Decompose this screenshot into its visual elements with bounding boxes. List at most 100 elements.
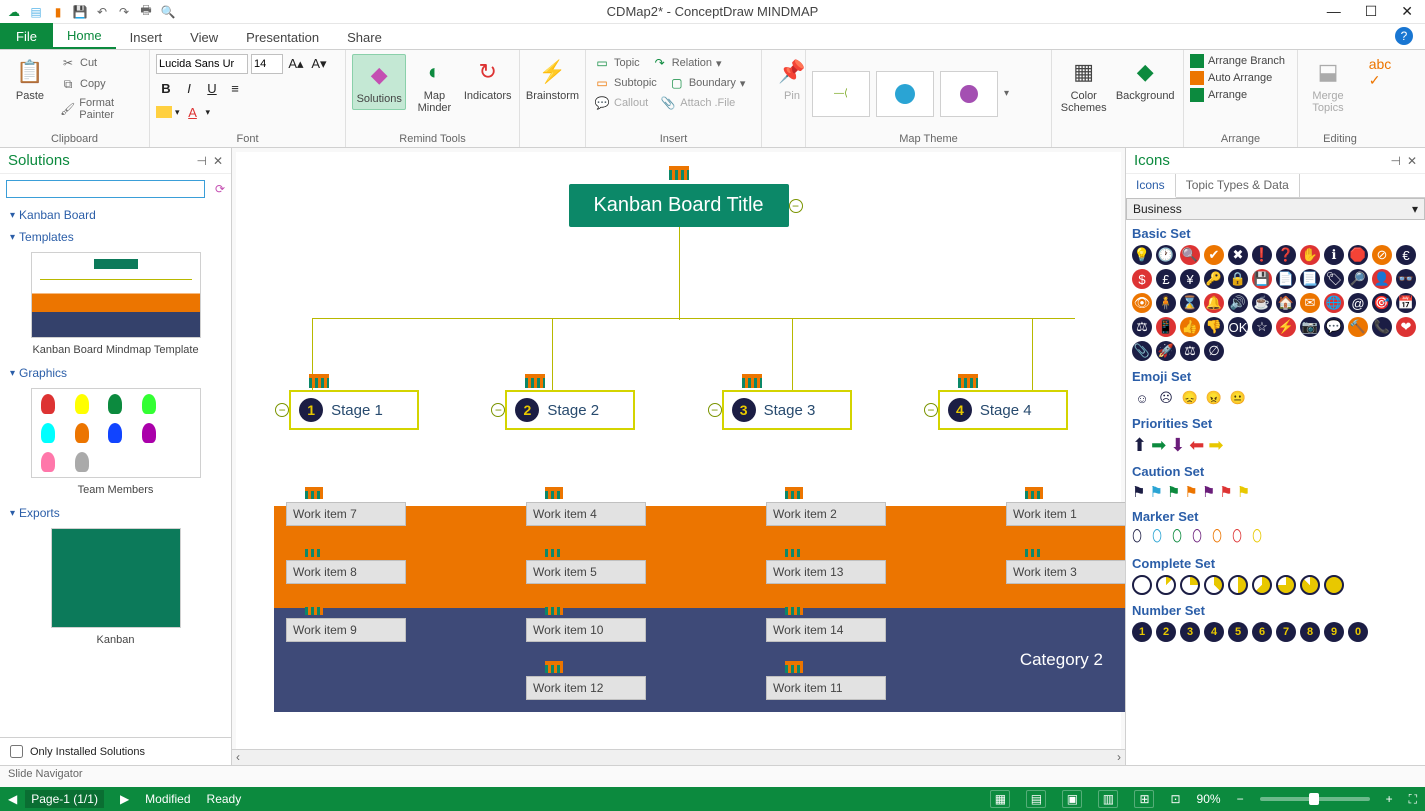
view-mode-2-icon[interactable]: ▤	[1026, 790, 1046, 808]
emoji-frown-icon[interactable]: 😞	[1180, 388, 1200, 408]
marker-icon[interactable]: ⬯	[1192, 528, 1208, 548]
basic-icon[interactable]: ℹ	[1324, 245, 1344, 265]
icon-category-select[interactable]: Business▾	[1126, 198, 1425, 220]
maximize-button[interactable]: ☐	[1365, 3, 1378, 20]
tab-insert[interactable]: Insert	[116, 26, 177, 49]
slide-navigator[interactable]: Slide Navigator	[0, 765, 1425, 787]
emoji-neutral-icon[interactable]: 😐	[1228, 388, 1248, 408]
format-painter-button[interactable]: 🖌Format Painter	[58, 96, 143, 122]
marker-icon[interactable]: ⬯	[1152, 528, 1168, 548]
theme-thumb-1[interactable]: —⟨	[812, 71, 870, 117]
marker-icon[interactable]: ⬯	[1212, 528, 1228, 548]
arrow-right-icon[interactable]: ➡	[1151, 435, 1166, 456]
basic-icon[interactable]: ¥	[1180, 269, 1200, 289]
help-icon[interactable]: ?	[1395, 27, 1413, 45]
number-icon-4[interactable]: 4	[1204, 622, 1224, 642]
zoom-in-icon[interactable]: +	[1386, 792, 1393, 806]
canvas-scrollbar-horizontal[interactable]	[232, 749, 1125, 765]
basic-icon[interactable]: $	[1132, 269, 1152, 289]
basic-icon[interactable]: ❗	[1252, 245, 1272, 265]
basic-icon[interactable]: 👎	[1204, 317, 1224, 337]
marker-icon[interactable]: ⬯	[1172, 528, 1188, 548]
basic-icon[interactable]: OK	[1228, 317, 1248, 337]
bold-button[interactable]: B	[156, 78, 176, 98]
marker-icon[interactable]: ⬯	[1232, 528, 1248, 548]
complete-icon[interactable]	[1156, 575, 1176, 595]
basic-icon[interactable]: 👍	[1180, 317, 1200, 337]
basic-icon[interactable]: ❤	[1396, 317, 1416, 337]
qat-new-icon[interactable]: ▤	[28, 4, 44, 20]
increase-font-icon[interactable]: A▴	[286, 54, 306, 74]
font-name-select[interactable]	[156, 54, 248, 74]
paste-button[interactable]: 📋 Paste	[6, 54, 54, 104]
arrow-left-icon[interactable]: ⬅	[1189, 435, 1204, 456]
tab-presentation[interactable]: Presentation	[232, 26, 333, 49]
collapse-root-icon[interactable]: −	[789, 199, 803, 213]
work-item[interactable]: Work item 9	[286, 618, 406, 642]
section-templates[interactable]: Templates	[0, 226, 231, 248]
copy-button[interactable]: ⧉Copy	[58, 75, 143, 93]
number-icon-6[interactable]: 6	[1252, 622, 1272, 642]
qat-undo-icon[interactable]: ↶	[94, 4, 110, 20]
number-icon-3[interactable]: 3	[1180, 622, 1200, 642]
basic-icon[interactable]: ☆	[1252, 317, 1272, 337]
only-installed-checkbox[interactable]: Only Installed Solutions	[0, 737, 231, 765]
font-color-button[interactable]: A	[183, 102, 203, 122]
solutions-button[interactable]: ◆ Solutions	[352, 54, 406, 110]
basic-icon[interactable]: 🔍	[1180, 245, 1200, 265]
basic-icon[interactable]: 📅	[1396, 293, 1416, 313]
emoji-sad-icon[interactable]: ☹	[1156, 388, 1176, 408]
complete-icon[interactable]	[1228, 575, 1248, 595]
complete-icon[interactable]	[1276, 575, 1296, 595]
basic-icon[interactable]: ✔	[1204, 245, 1224, 265]
spellcheck-button[interactable]: abc✓	[1356, 54, 1404, 90]
basic-icon[interactable]: 📎	[1132, 341, 1152, 361]
canvas-area[interactable]: Kanban Board Title − −1Stage 1−2Stage 2−…	[232, 148, 1125, 765]
basic-icon[interactable]: 🛑	[1348, 245, 1368, 265]
number-icon-9[interactable]: 9	[1324, 622, 1344, 642]
marker-icon[interactable]: ⬯	[1132, 528, 1148, 548]
arrow-down-icon[interactable]: ⬇	[1170, 435, 1185, 456]
attach-file-button[interactable]: 📎Attach .File	[658, 94, 737, 112]
basic-icon[interactable]: €	[1396, 245, 1416, 265]
basic-icon[interactable]: ✖	[1228, 245, 1248, 265]
flag-icon[interactable]: ⚑	[1184, 483, 1197, 501]
complete-icon[interactable]	[1252, 575, 1272, 595]
prev-page-icon[interactable]: ◀	[8, 792, 17, 806]
number-icon-2[interactable]: 2	[1156, 622, 1176, 642]
italic-button[interactable]: I	[179, 78, 199, 98]
indicators-button[interactable]: ↻ Indicators	[462, 54, 513, 104]
arrow-right2-icon[interactable]: ➡	[1208, 435, 1223, 456]
collapse-stage-icon[interactable]: −	[708, 403, 722, 417]
relation-button[interactable]: ↷Relation ▾	[650, 54, 724, 72]
subtopic-button[interactable]: ▭Subtopic	[592, 74, 659, 92]
arrow-up-icon[interactable]: ⬆	[1132, 435, 1147, 456]
refresh-icon[interactable]: ⟳	[215, 182, 225, 196]
map-minder-button[interactable]: ◐ Map Minder	[410, 54, 458, 116]
next-page-icon[interactable]: ▶	[120, 792, 129, 806]
flag-icon[interactable]: ⚑	[1237, 483, 1250, 501]
underline-button[interactable]: U	[202, 78, 222, 98]
work-item[interactable]: Work item 1	[1006, 502, 1125, 526]
basic-icon[interactable]: 🎯	[1372, 293, 1392, 313]
highlight-button[interactable]	[156, 106, 172, 118]
pin-panel-icon[interactable]: ⊣	[196, 154, 206, 168]
emoji-smile-icon[interactable]: ☺	[1132, 388, 1152, 408]
view-mode-4-icon[interactable]: ▥	[1098, 790, 1118, 808]
basic-icon[interactable]: 🔑	[1204, 269, 1224, 289]
basic-icon[interactable]: ⚡	[1276, 317, 1296, 337]
flag-icon[interactable]: ⚑	[1167, 483, 1180, 501]
auto-arrange-button[interactable]: Auto Arrange	[1190, 71, 1272, 85]
marker-icon[interactable]: ⬯	[1252, 528, 1268, 548]
basic-icon[interactable]: 🚀	[1156, 341, 1176, 361]
flag-icon[interactable]: ⚑	[1132, 483, 1145, 501]
qat-save-icon[interactable]: 💾	[72, 4, 88, 20]
number-icon-1[interactable]: 1	[1132, 622, 1152, 642]
basic-icon[interactable]: 💾	[1252, 269, 1272, 289]
section-kanban-board[interactable]: Kanban Board	[0, 204, 231, 226]
work-item[interactable]: Work item 5	[526, 560, 646, 584]
qat-print-icon[interactable]: 🖶	[138, 4, 154, 20]
basic-icon[interactable]: ⚖	[1180, 341, 1200, 361]
qat-open-icon[interactable]: ▮	[50, 4, 66, 20]
basic-icon[interactable]: ⚖	[1132, 317, 1152, 337]
